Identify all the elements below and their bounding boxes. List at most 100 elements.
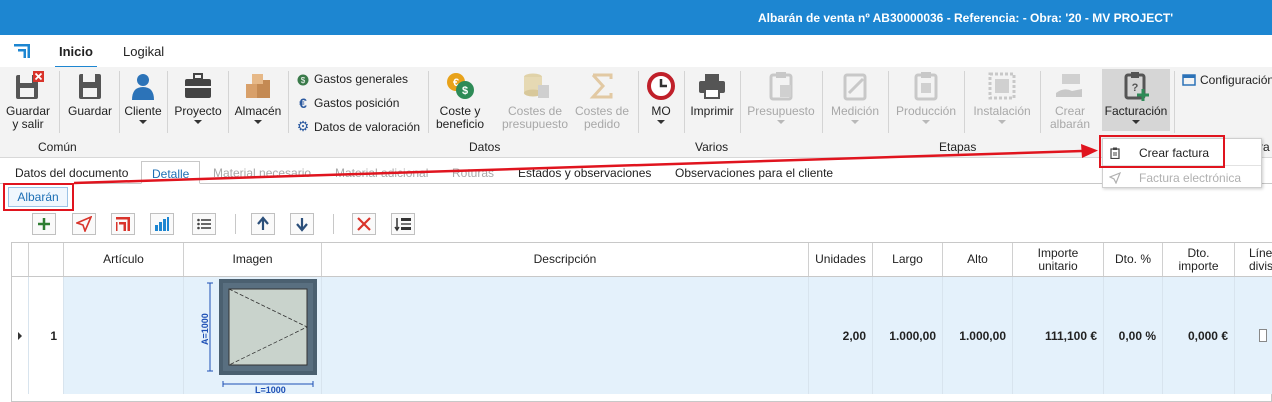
cell-articulo[interactable] <box>64 277 184 394</box>
row-selector[interactable] <box>12 277 29 394</box>
header-importe-unitario[interactable]: Importe unitario <box>1013 243 1104 276</box>
cell-largo[interactable]: 1.000,00 <box>873 277 943 394</box>
tab-observaciones-cliente[interactable]: Observaciones para el cliente <box>675 166 833 180</box>
chevron-down-icon <box>1132 120 1140 124</box>
logikal-import-button[interactable] <box>111 213 135 235</box>
almacen-button[interactable]: Almacén <box>232 71 284 124</box>
tab-logikal[interactable]: Logikal <box>123 44 164 59</box>
logikal-icon <box>116 217 130 231</box>
coste-label-2: beneficio <box>435 117 485 131</box>
gastos-posicion-button[interactable]: € Gastos posición <box>296 95 399 111</box>
coins-icon: € $ <box>447 73 474 99</box>
mo-button[interactable]: MO <box>642 71 680 124</box>
save-button[interactable]: Guardar <box>64 71 116 118</box>
medicion-button[interactable]: Medición <box>826 71 884 124</box>
bars-icon <box>155 217 169 231</box>
tab-datos-documento[interactable]: Datos del documento <box>15 166 128 180</box>
header-alto[interactable]: Alto <box>943 243 1013 276</box>
tab-estados-observaciones[interactable]: Estados y observaciones <box>518 166 651 180</box>
cell-dto-importe[interactable]: 0,000 € <box>1163 277 1235 394</box>
medicion-label: Medición <box>830 104 880 118</box>
header-dto-line2: importe <box>1178 258 1219 273</box>
num-header <box>29 243 64 276</box>
chevron-down-icon <box>851 120 859 124</box>
produccion-button[interactable]: Producción <box>892 71 960 124</box>
datos-valoracion-label: Datos de valoración <box>314 119 421 134</box>
save-icon <box>79 74 101 99</box>
cell-alto[interactable]: 1.000,00 <box>943 277 1013 394</box>
tab-inicio[interactable]: Inicio <box>55 44 97 68</box>
tab-material-adicional[interactable]: Material adicional <box>335 166 428 180</box>
delete-row-button[interactable] <box>352 213 376 235</box>
crear-albaran-label-2: albarán <box>1049 117 1091 131</box>
chevron-down-icon <box>194 120 202 124</box>
factura-electronica-item[interactable]: Factura electrónica <box>1103 166 1261 190</box>
cell-dto-pct[interactable]: 0,00 % <box>1104 277 1163 394</box>
img-width-label: L=1000 <box>255 385 286 394</box>
header-dto-pct[interactable]: Dto. % <box>1104 243 1163 276</box>
title-bar: Albarán de venta nº AB30000036 - Referen… <box>0 0 1272 35</box>
delivery-hand-icon <box>1056 74 1082 97</box>
costes-pedido-button[interactable]: Costes de pedido <box>572 71 632 131</box>
send-button[interactable] <box>72 213 96 235</box>
annotation-box-albaran <box>3 183 74 211</box>
proyecto-label: Proyecto <box>174 104 222 118</box>
header-linea-line1: Líne <box>1249 245 1272 260</box>
euro-icon: € <box>299 95 307 111</box>
header-importe-line1: Importe <box>1037 245 1079 260</box>
crear-albaran-button[interactable]: Crear albarán <box>1044 71 1096 131</box>
cell-imagen[interactable]: A=1000 L=1000 <box>184 277 322 394</box>
add-row-button[interactable] <box>32 213 56 235</box>
move-down-button[interactable] <box>290 213 314 235</box>
proyecto-button[interactable]: Proyecto <box>171 71 225 124</box>
list-button[interactable] <box>192 213 216 235</box>
save-label: Guardar <box>67 104 113 118</box>
money-bag-icon: $ <box>297 74 309 86</box>
printer-icon <box>699 74 725 99</box>
coste-beneficio-button[interactable]: € $ Coste y beneficio <box>434 71 486 131</box>
app-logo-icon[interactable] <box>14 44 30 58</box>
produccion-label: Producción <box>895 104 957 118</box>
gastos-generales-button[interactable]: $ Gastos generales <box>296 72 408 86</box>
linea-division-checkbox[interactable] <box>1259 329 1267 342</box>
installation-icon <box>988 72 1016 100</box>
cell-linea-division[interactable] <box>1235 277 1272 394</box>
imprimir-button[interactable]: Imprimir <box>688 71 736 118</box>
group-label-datos: Datos <box>469 140 501 154</box>
tab-material-necesario[interactable]: Material necesario <box>213 166 311 180</box>
cell-descripcion[interactable] <box>322 277 809 394</box>
presupuesto-button[interactable]: Presupuesto <box>744 71 818 124</box>
header-linea-line2: divisó <box>1249 258 1272 273</box>
table-row[interactable]: 1 A=1000 L=1000 2,00 1.000,00 1.000,00 1… <box>12 277 1272 394</box>
move-up-button[interactable] <box>251 213 275 235</box>
header-imagen[interactable]: Imagen <box>184 243 322 276</box>
arrow-down-icon <box>296 218 308 232</box>
tab-roturas[interactable]: Roturas <box>452 166 494 180</box>
instalacion-button[interactable]: Instalación <box>968 71 1036 124</box>
header-unidades[interactable]: Unidades <box>809 243 873 276</box>
header-descripcion[interactable]: Descripción <box>322 243 809 276</box>
header-dto-importe[interactable]: Dto. importe <box>1163 243 1235 276</box>
cell-importe-unitario[interactable]: 111,100 € <box>1013 277 1104 394</box>
costes-presupuesto-label-2: presupuesto <box>501 117 569 131</box>
facturacion-button[interactable]: ? Facturación <box>1102 71 1170 124</box>
cliente-button[interactable]: Cliente <box>122 71 164 124</box>
chevron-down-icon <box>254 120 262 124</box>
gastos-posicion-label: Gastos posición <box>314 96 400 110</box>
column-settings-button[interactable] <box>391 213 415 235</box>
header-largo[interactable]: Largo <box>873 243 943 276</box>
save-and-exit-button[interactable]: Guardar y salir <box>4 71 52 131</box>
datos-valoracion-button[interactable]: ⚙ Datos de valoración <box>296 118 420 135</box>
tab-detalle[interactable]: Detalle <box>141 161 201 184</box>
configuracion-button[interactable]: Configuración <box>1182 73 1272 87</box>
measure-icon <box>843 73 867 101</box>
boxes-icon <box>246 74 270 98</box>
header-linea-division[interactable]: Líne divisó <box>1235 243 1272 276</box>
chart-button[interactable] <box>150 213 174 235</box>
clipboard-icon <box>769 72 793 101</box>
mo-label: MO <box>651 104 671 118</box>
header-articulo[interactable]: Artículo <box>64 243 184 276</box>
cell-unidades[interactable]: 2,00 <box>809 277 873 394</box>
save-exit-icon <box>16 71 44 99</box>
costes-presupuesto-button[interactable]: Costes de presupuesto <box>500 71 570 131</box>
